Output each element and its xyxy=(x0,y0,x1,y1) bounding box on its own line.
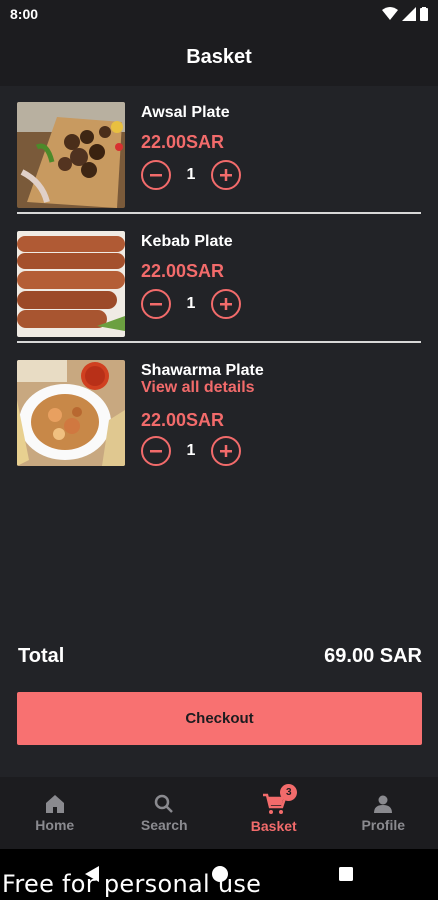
status-bar: 8:00 xyxy=(0,0,438,28)
basket-item-kebab: Kebab Plate 22.00SAR 1 xyxy=(17,215,421,343)
cart-badge: 3 xyxy=(280,784,298,801)
quantity-stepper: 1 xyxy=(141,436,241,466)
total-row: Total 69.00 SAR xyxy=(18,642,422,670)
quantity-stepper: 1 xyxy=(141,289,241,319)
plus-icon xyxy=(220,169,232,181)
minus-icon xyxy=(150,303,162,306)
increase-button[interactable] xyxy=(211,289,241,319)
watermark-text: Free for personal use xyxy=(2,870,262,898)
bottom-nav: Home Search 3 Basket Profile xyxy=(0,777,438,849)
plus-icon xyxy=(220,445,232,457)
nav-label: Profile xyxy=(361,816,406,833)
divider xyxy=(17,212,421,214)
quantity-value: 1 xyxy=(186,166,196,183)
item-price: 22.00SAR xyxy=(141,261,225,281)
app-header: Basket xyxy=(0,28,438,86)
kebab-plate-image xyxy=(17,231,125,337)
person-icon xyxy=(374,795,393,813)
minus-icon xyxy=(150,174,162,177)
nav-item-search[interactable]: Search xyxy=(110,777,220,849)
decrease-button[interactable] xyxy=(141,289,171,319)
decrease-button[interactable] xyxy=(141,436,171,466)
plus-icon xyxy=(220,298,232,310)
battery-icon xyxy=(420,7,428,21)
recents-icon[interactable] xyxy=(338,866,354,882)
minus-icon xyxy=(150,450,162,453)
total-value: 69.00 SAR xyxy=(324,644,422,667)
divider xyxy=(17,341,421,343)
nav-label: Basket xyxy=(250,817,297,834)
basket-item-awsal: Awsal Plate 22.00SAR 1 xyxy=(17,86,421,214)
status-time: 8:00 xyxy=(10,6,39,22)
search-icon xyxy=(155,794,174,813)
basket-list: Awsal Plate 22.00SAR 1 Kebab Plate 22.00… xyxy=(0,86,438,776)
signal-icon xyxy=(402,7,416,21)
quantity-value: 1 xyxy=(186,442,196,459)
item-price: 22.00SAR xyxy=(141,132,225,152)
home-icon xyxy=(45,794,64,813)
total-label: Total xyxy=(18,644,65,667)
nav-item-home[interactable]: Home xyxy=(0,777,110,849)
increase-button[interactable] xyxy=(211,436,241,466)
nav-item-basket[interactable]: 3 Basket xyxy=(219,777,329,849)
status-icons xyxy=(382,7,428,21)
page-title: Basket xyxy=(186,45,252,68)
item-name: Shawarma Plate xyxy=(141,362,264,379)
shawarma-plate-image xyxy=(17,360,125,466)
awsal-plate-image xyxy=(17,102,125,208)
item-name: Awsal Plate xyxy=(141,104,230,121)
wifi-icon xyxy=(382,7,398,20)
decrease-button[interactable] xyxy=(141,160,171,190)
quantity-value: 1 xyxy=(186,295,196,312)
item-price: 22.00SAR xyxy=(141,410,225,430)
increase-button[interactable] xyxy=(211,160,241,190)
quantity-stepper: 1 xyxy=(141,160,241,190)
basket-item-shawarma: Shawarma Plate View all details 22.00SAR… xyxy=(17,344,421,472)
view-details-link[interactable]: View all details xyxy=(141,379,255,397)
checkout-button[interactable]: Checkout xyxy=(17,692,422,745)
nav-label: Home xyxy=(35,816,75,833)
nav-item-profile[interactable]: Profile xyxy=(329,777,438,849)
item-name: Kebab Plate xyxy=(141,233,233,250)
nav-label: Search xyxy=(140,816,188,833)
